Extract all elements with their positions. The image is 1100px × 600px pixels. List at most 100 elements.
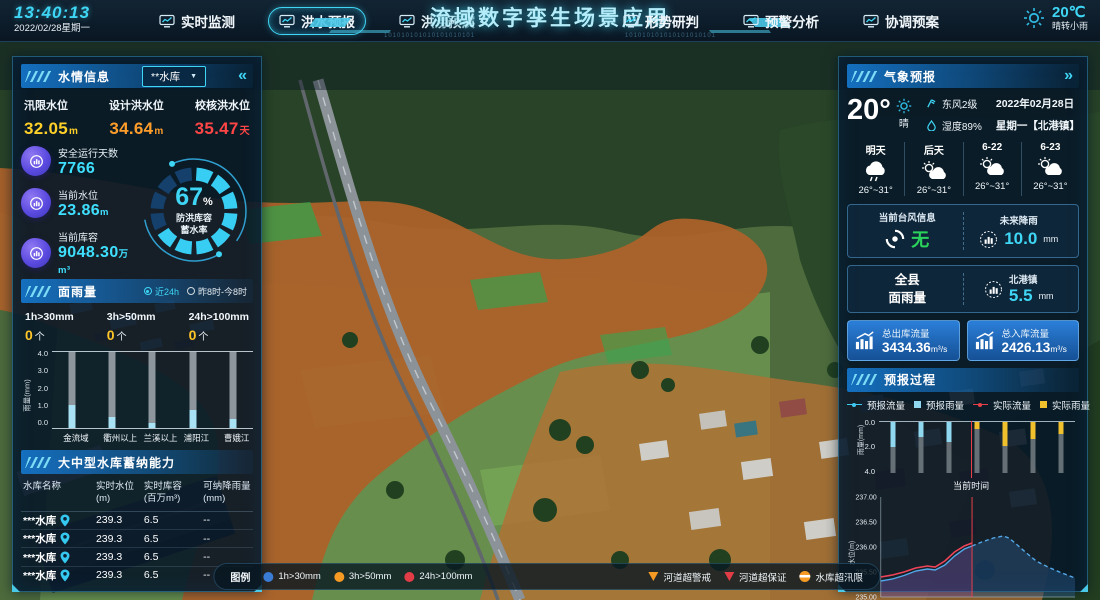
reservoir-capacity-title: 大中型水库蓄纳能力 [58, 454, 175, 471]
reservoir-stat: 当前库容9048.30万m³ [21, 229, 135, 277]
cell-level: 239.3 [96, 569, 144, 581]
sun-cloud-icon [1035, 156, 1065, 178]
design-water-levels: 汛限水位32.05m设计洪水位34.64m校核洪水位35.47天 [21, 88, 253, 143]
future-rain-unit: mm [1043, 234, 1058, 244]
hatch-decor [25, 286, 53, 297]
forecast-rain-yticks: 0.02.04.0 [857, 418, 875, 476]
outflow-unit: m³/s [931, 344, 948, 354]
location-pin-icon[interactable] [60, 551, 70, 564]
future-rain-label: 未来降雨 [1000, 213, 1038, 227]
sun-icon [896, 98, 912, 114]
threshold-label: 3h>50mm [107, 311, 156, 323]
triangle-marker-icon [724, 572, 734, 581]
nav-tab-形势研判[interactable]: 形势研判 [612, 7, 710, 35]
forecast-days: 明天26°~31°后天26°~31°6-2226°~31°6-2326°~31° [847, 140, 1079, 204]
flow-buttons: 总出库流量 3434.36m³/s 总入库流量 2426.13m³/s [847, 320, 1079, 361]
day-range: 26°~31° [975, 181, 1009, 192]
stats-and-gauge: 安全运行天数7766当前水位23.86m当前库容9048.30万m³ 67% 防… [21, 145, 253, 277]
ytick: 0.0 [865, 418, 875, 427]
current-temp: 20° [847, 96, 891, 125]
table-row[interactable]: ***水库239.36.5-- [21, 530, 253, 548]
rain-bar [1030, 422, 1035, 440]
location-pin-icon[interactable] [60, 532, 70, 545]
outflow-button[interactable]: 总出库流量 3434.36m³/s [847, 320, 960, 361]
nav-tab-label: 协调预案 [885, 11, 939, 31]
rain-threshold: 3h>50mm0个 [107, 311, 156, 345]
nav-tab-label: 预警分析 [765, 11, 819, 31]
current-weather: 20° 晴 [847, 88, 1079, 140]
reservoir-name: ***水库 [23, 513, 56, 528]
threshold-count: 0 [189, 327, 197, 343]
reservoir-selector[interactable]: **水库 ▼ [142, 66, 206, 87]
legend-label: 河道超保证 [739, 570, 787, 584]
humidity-icon [926, 120, 937, 131]
stat-label: 当前水位 [58, 187, 109, 202]
map-legend-河道超警戒: 河道超警戒 [648, 570, 711, 584]
forecast-day-6-22: 6-22 26°~31° [963, 142, 1021, 196]
bar-兰溪以上 [143, 352, 161, 428]
nav-tab-协调预案[interactable]: 协调预案 [852, 7, 950, 35]
table-row[interactable]: ***水库239.36.5-- [21, 548, 253, 566]
outflow-value: 3434.36 [882, 340, 931, 355]
rainfall-header: 面雨量 近24h昨8时-今8时 [21, 279, 253, 303]
day-range: 26°~31° [858, 185, 892, 196]
bar-category-label: 曹娥江 [224, 432, 242, 444]
water-level-label: 设计洪水位 [109, 97, 164, 113]
table-col-header: 实时库容(百万m³) [144, 481, 203, 506]
map-legend-title: 图例 [230, 569, 250, 584]
stat-label: 当前库容 [58, 229, 135, 244]
monitor-chart-icon [279, 14, 295, 28]
cell-capacity: 6.5 [144, 533, 203, 545]
bar-曹娥江 [224, 352, 242, 428]
map-legend: 图例 1h>30mm 3h>50mm 24h>100mm 河道超警戒 河道超保证 水库超汛… [213, 563, 880, 590]
typhoon-rain-box: 当前台风信息 无 未来降雨 1 [847, 204, 1079, 258]
legend-label: 实际雨量 [1052, 398, 1090, 412]
stat-badge-icon [29, 196, 44, 211]
sun-icon [1023, 7, 1045, 29]
map-legend-3h>50mm: 3h>50mm [334, 571, 392, 582]
rain-chart-plot [52, 351, 253, 429]
map-legend-1h>30mm: 1h>30mm [263, 571, 321, 582]
water-level-stat: 设计洪水位34.64m [109, 97, 164, 139]
day-name: 6-22 [982, 142, 1002, 153]
water-level-label: 校核洪水位 [195, 97, 250, 113]
nav-tab-预警分析[interactable]: 预警分析 [732, 7, 830, 35]
future-rain-value: 10.0 [1004, 229, 1037, 249]
current-time-line [971, 421, 972, 478]
clock: 13:40:13 2022/02/28星期一 [14, 4, 90, 34]
forecast-day-明天: 明天26°~31° [847, 142, 904, 196]
collapse-panel-button[interactable]: « [238, 68, 247, 84]
stat-label: 安全运行天数 [58, 145, 118, 160]
monitor-chart-icon [743, 14, 759, 28]
svg-text:236.00: 236.00 [856, 544, 877, 551]
gauge-unit: % [203, 196, 213, 208]
bar-category-label: 衢州以上 [103, 432, 121, 444]
radio-昨8时-今8时[interactable]: 昨8时-今8时 [187, 285, 247, 298]
expand-panel-button[interactable]: » [1064, 68, 1073, 84]
threshold-unit: 个 [35, 332, 45, 343]
threshold-unit: 个 [117, 332, 127, 343]
location-pin-icon[interactable] [60, 514, 70, 527]
rain-chart-yticks: 4.03.02.01.00.0 [32, 349, 52, 427]
header-temp: 20℃ [1052, 5, 1088, 22]
radio-近24h[interactable]: 近24h [144, 285, 179, 298]
reservoir-capacity-header: 大中型水库蓄纳能力 [21, 450, 253, 474]
ytick: 1.0 [38, 401, 48, 410]
weather-forecast-panel: 气象预报 » 20° 晴 [838, 56, 1088, 592]
inflow-button[interactable]: 总入库流量 2426.13m³/s [967, 320, 1080, 361]
top-header-bar: 13:40:13 2022/02/28星期一 实时监测洪水预报洪涝预演 流域数字… [0, 0, 1100, 42]
map-legend-24h>100mm: 24h>100mm [404, 571, 472, 582]
threshold-count: 0 [25, 327, 33, 343]
table-row[interactable]: ***水库239.36.5-- [21, 512, 253, 530]
forecast-day-6-23: 6-2326°~31° [1021, 142, 1079, 196]
square-marker-icon [914, 401, 921, 408]
inflow-unit: m³/s [1050, 344, 1067, 354]
water-level-stat: 汛限水位32.05m [24, 97, 78, 139]
stat-badge-icon [29, 154, 44, 169]
forecast-process-header: 预报过程 [847, 368, 1079, 392]
location-pin-icon[interactable] [60, 569, 70, 582]
county-rain-label2: 面雨量 [888, 289, 926, 307]
cell-level: 239.3 [96, 551, 144, 563]
nav-tab-实时监测[interactable]: 实时监测 [148, 7, 246, 35]
legend-label: 水库超汛限 [815, 570, 863, 584]
